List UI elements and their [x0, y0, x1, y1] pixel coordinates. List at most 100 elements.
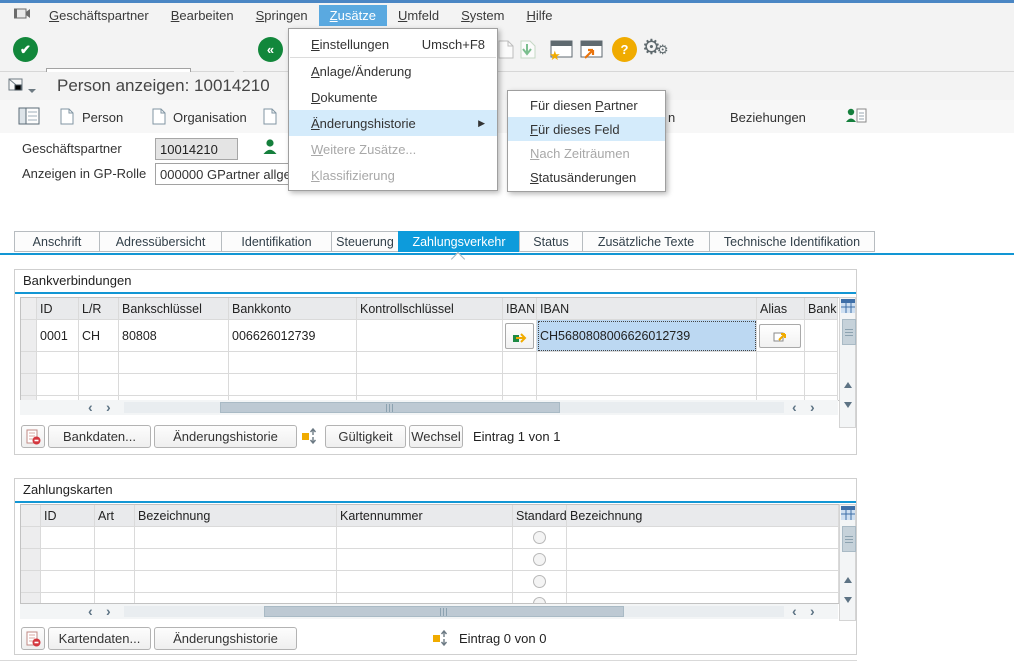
cards-col-id[interactable]: ID [41, 505, 95, 527]
cards-hscroll-track[interactable] [124, 606, 784, 617]
bank-col-lr[interactable]: L/R [79, 298, 119, 320]
menu-item-anlage-aenderung[interactable]: Anlage/Änderung [289, 58, 497, 84]
page-icon[interactable] [498, 40, 514, 62]
enter-icon[interactable]: ✔ [13, 37, 38, 62]
bank-cell-iban[interactable]: CH5680808006626012739 [537, 320, 757, 352]
bank-hscrollbar[interactable]: ‹ › ‹ › [20, 400, 838, 415]
create-group-page-icon[interactable] [263, 108, 277, 128]
table-settings-icon[interactable] [841, 299, 855, 316]
cards-col-art[interactable]: Art [95, 505, 135, 527]
scroll-left-icon[interactable]: ‹ [792, 401, 797, 413]
standard-radio[interactable] [533, 575, 546, 588]
bank-hscroll-track[interactable] [124, 402, 784, 413]
bank-vscroll-thumb[interactable] [842, 319, 856, 345]
bank-col-iban-icon[interactable]: IBAN [503, 298, 537, 320]
wechsel-button[interactable]: Wechsel [409, 425, 463, 448]
hidden-button-fragment[interactable]: n [668, 110, 675, 125]
menu-item-dokumente[interactable]: Dokumente [289, 84, 497, 110]
menu-springen[interactable]: Springen [245, 5, 319, 26]
bank-col-kontrollschluessel[interactable]: Kontrollschlüssel [357, 298, 503, 320]
person-button[interactable]: Person [82, 110, 123, 125]
tab-anschrift[interactable]: Anschrift [14, 231, 100, 252]
tab-steuerung[interactable]: Steuerung [331, 231, 399, 252]
bank-col-bankkonto[interactable]: Bankkonto [229, 298, 357, 320]
bank-vscrollbar[interactable] [839, 297, 856, 428]
cards-vscroll-thumb[interactable] [842, 526, 856, 552]
page-down-icon[interactable] [518, 40, 536, 63]
bank-col-bank[interactable]: Bank [805, 298, 838, 320]
cards-hscrollbar[interactable]: ‹ › ‹ › [20, 604, 838, 619]
bank-row-selector[interactable] [21, 352, 37, 374]
gos-menu-icon[interactable] [8, 77, 38, 98]
cards-header-select-all[interactable] [21, 505, 41, 527]
bank-aenderungshistorie-button[interactable]: Änderungshistorie [154, 425, 297, 448]
partner-field[interactable]: 10014210 [155, 138, 238, 160]
submenu-item-fuer-diesen-partner[interactable]: Für diesen Partner [508, 93, 665, 117]
standard-radio[interactable] [533, 531, 546, 544]
menu-hilfe[interactable]: Hilfe [515, 5, 563, 26]
bank-col-alias[interactable]: Alias [757, 298, 805, 320]
bank-header-select-all[interactable] [21, 298, 37, 320]
iban-detail-icon[interactable] [505, 323, 534, 349]
submenu-item-fuer-dieses-feld[interactable]: Für dieses Feld [508, 117, 665, 141]
menu-bearbeiten[interactable]: Bearbeiten [160, 5, 245, 26]
cards-row-selector[interactable] [21, 593, 41, 604]
organisation-button[interactable]: Organisation [173, 110, 247, 125]
scroll-up-icon[interactable] [844, 577, 852, 583]
alias-open-icon[interactable] [759, 324, 801, 348]
cards-vscrollbar[interactable] [839, 504, 856, 621]
menu-system[interactable]: System [450, 5, 515, 26]
delete-bank-row-button[interactable] [21, 425, 45, 448]
kartendaten-button[interactable]: Kartendaten... [48, 627, 151, 650]
tab-zusaetzliche-texte[interactable]: Zusätzliche Texte [582, 231, 710, 252]
cards-col-bezeichnung[interactable]: Bezeichnung [135, 505, 337, 527]
delete-card-row-button[interactable] [21, 627, 45, 650]
cards-aenderungshistorie-button[interactable]: Änderungshistorie [154, 627, 297, 650]
tab-identifikation[interactable]: Identifikation [221, 231, 332, 252]
bank-row-selector[interactable] [21, 320, 37, 352]
menu-item-einstellungen[interactable]: Einstellungen Umsch+F8 [289, 31, 497, 57]
cards-col-kartennummer[interactable]: Kartennummer [337, 505, 513, 527]
menu-umfeld[interactable]: Umfeld [387, 5, 450, 26]
cards-row-selector[interactable] [21, 549, 41, 571]
menu-zusaetze[interactable]: Zusätze [319, 5, 387, 26]
bankdaten-button[interactable]: Bankdaten... [48, 425, 151, 448]
help-icon[interactable]: ? [612, 37, 637, 62]
scroll-left-icon[interactable]: ‹ [88, 401, 93, 413]
scroll-up-icon[interactable] [844, 382, 852, 388]
cards-hscroll-thumb[interactable] [264, 606, 624, 617]
scroll-down-icon[interactable] [844, 402, 852, 408]
scroll-left-icon[interactable]: ‹ [88, 605, 93, 617]
bank-col-iban[interactable]: IBAN [537, 298, 757, 320]
table-settings-icon[interactable] [841, 506, 855, 523]
create-shortcut-icon[interactable] [578, 40, 604, 64]
standard-radio[interactable] [533, 553, 546, 566]
menu-item-aenderungshistorie[interactable]: Änderungshistorie ▶ [289, 110, 497, 136]
beziehungen-button[interactable]: Beziehungen [730, 110, 806, 125]
scroll-right-icon[interactable]: › [810, 401, 815, 413]
cards-col-standard[interactable]: Standard [513, 505, 567, 527]
cards-row-selector[interactable] [21, 527, 41, 549]
bank-row-selector[interactable] [21, 374, 37, 396]
tab-zahlungsverkehr[interactable]: Zahlungsverkehr [398, 231, 520, 252]
switch-partner-icon[interactable] [845, 106, 867, 129]
gueltigkeit-button[interactable]: Gültigkeit [325, 425, 406, 448]
scroll-down-icon[interactable] [844, 597, 852, 603]
standard-radio[interactable] [533, 597, 546, 604]
new-session-icon[interactable]: ★ [548, 40, 574, 64]
scroll-entries-icon[interactable] [300, 426, 320, 449]
bank-col-id[interactable]: ID [37, 298, 79, 320]
tab-technische-identifikation[interactable]: Technische Identifikation [709, 231, 875, 252]
locator-icon[interactable] [18, 107, 40, 128]
tab-status[interactable]: Status [519, 231, 583, 252]
tab-adressuebersicht[interactable]: Adressübersicht [99, 231, 222, 252]
scroll-right-icon[interactable]: › [810, 605, 815, 617]
scroll-entries-icon[interactable] [431, 628, 451, 651]
scroll-right-icon[interactable]: › [106, 605, 111, 617]
cards-row-selector[interactable] [21, 571, 41, 593]
menu-geschaeftspartner[interactable]: Geschäftspartner [38, 5, 160, 26]
cards-col-bezeichnung2[interactable]: Bezeichnung [567, 505, 839, 527]
bank-col-bankschluessel[interactable]: Bankschlüssel [119, 298, 229, 320]
bank-hscroll-thumb[interactable] [220, 402, 560, 413]
scroll-left-icon[interactable]: ‹ [792, 605, 797, 617]
